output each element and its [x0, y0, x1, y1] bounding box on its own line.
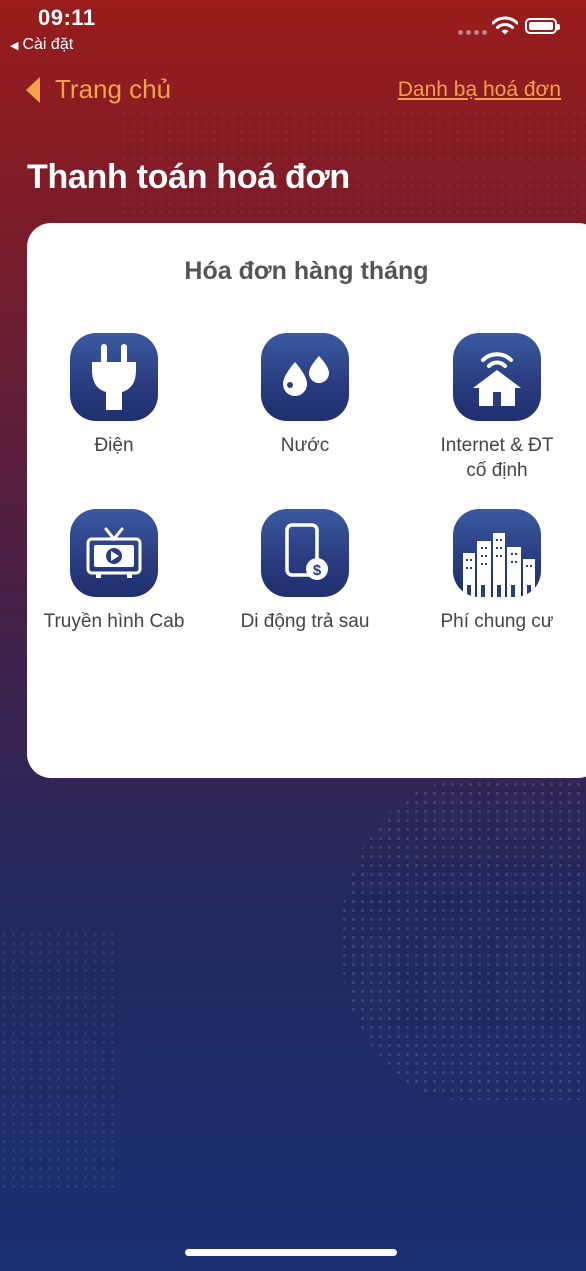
tile-label: Internet & ĐT cố định — [412, 433, 582, 483]
tile-label: Di động trả sau — [240, 611, 370, 632]
apartment-buildings-icon — [463, 533, 535, 597]
card-title: Hóa đơn hàng tháng — [184, 257, 429, 285]
tile-label-line2: cố định — [466, 460, 528, 481]
tile-label-line1: Internet & ĐT — [440, 435, 554, 456]
tv-icon-box — [70, 509, 158, 597]
back-app-label: Cài đặt — [22, 36, 74, 53]
signal-icon — [458, 30, 487, 35]
mobile-icon-box: $ — [261, 509, 349, 597]
back-triangle-icon: ◀ — [10, 39, 19, 52]
mobile-payment-icon: $ — [285, 523, 328, 580]
home-indicator[interactable] — [185, 1249, 397, 1256]
tile-water[interactable]: Nước — [220, 333, 390, 458]
tv-icon — [86, 527, 142, 578]
back-button[interactable]: Trang chủ — [25, 74, 171, 105]
monthly-bills-card: Hóa đơn hàng tháng Điện Nước Internet & … — [27, 223, 586, 778]
page-title: Thanh toán hoá đơn — [27, 158, 350, 196]
plug-icon — [92, 344, 136, 410]
background-dots-right — [340, 780, 586, 1100]
apartment-icon-box — [453, 509, 541, 597]
back-to-app-link[interactable]: ◀ Cài đặt — [10, 36, 73, 54]
internet-icon-box — [453, 333, 541, 421]
wifi-icon — [492, 16, 518, 35]
svg-text:$: $ — [313, 562, 322, 579]
background-dots-left — [0, 930, 120, 1190]
home-wifi-icon — [473, 352, 521, 406]
status-time: 09:11 — [38, 5, 96, 30]
status-bar: 09:11 ◀ Cài đặt — [0, 0, 586, 60]
back-button-label: Trang chủ — [55, 74, 172, 104]
tile-label: Truyền hình Cab — [43, 611, 185, 632]
tile-label: Điện — [94, 435, 134, 456]
tile-label: Phí chung cư — [440, 611, 554, 632]
water-icon-box — [261, 333, 349, 421]
tile-electricity[interactable]: Điện — [29, 333, 199, 458]
tile-apartment-fee[interactable]: Phí chung cư — [412, 509, 582, 634]
tile-label: Nước — [280, 435, 330, 456]
battery-icon — [525, 18, 560, 34]
bill-directory-link[interactable]: Danh bạ hoá đơn — [398, 78, 561, 102]
chevron-left-icon — [26, 76, 40, 103]
electricity-icon-box — [70, 333, 158, 421]
tile-postpaid-mobile[interactable]: $ Di động trả sau — [220, 509, 390, 634]
water-drops-icon — [283, 356, 329, 396]
tile-cable-tv[interactable]: Truyền hình Cab — [29, 509, 199, 634]
tile-internet[interactable]: Internet & ĐT cố định — [412, 333, 582, 483]
